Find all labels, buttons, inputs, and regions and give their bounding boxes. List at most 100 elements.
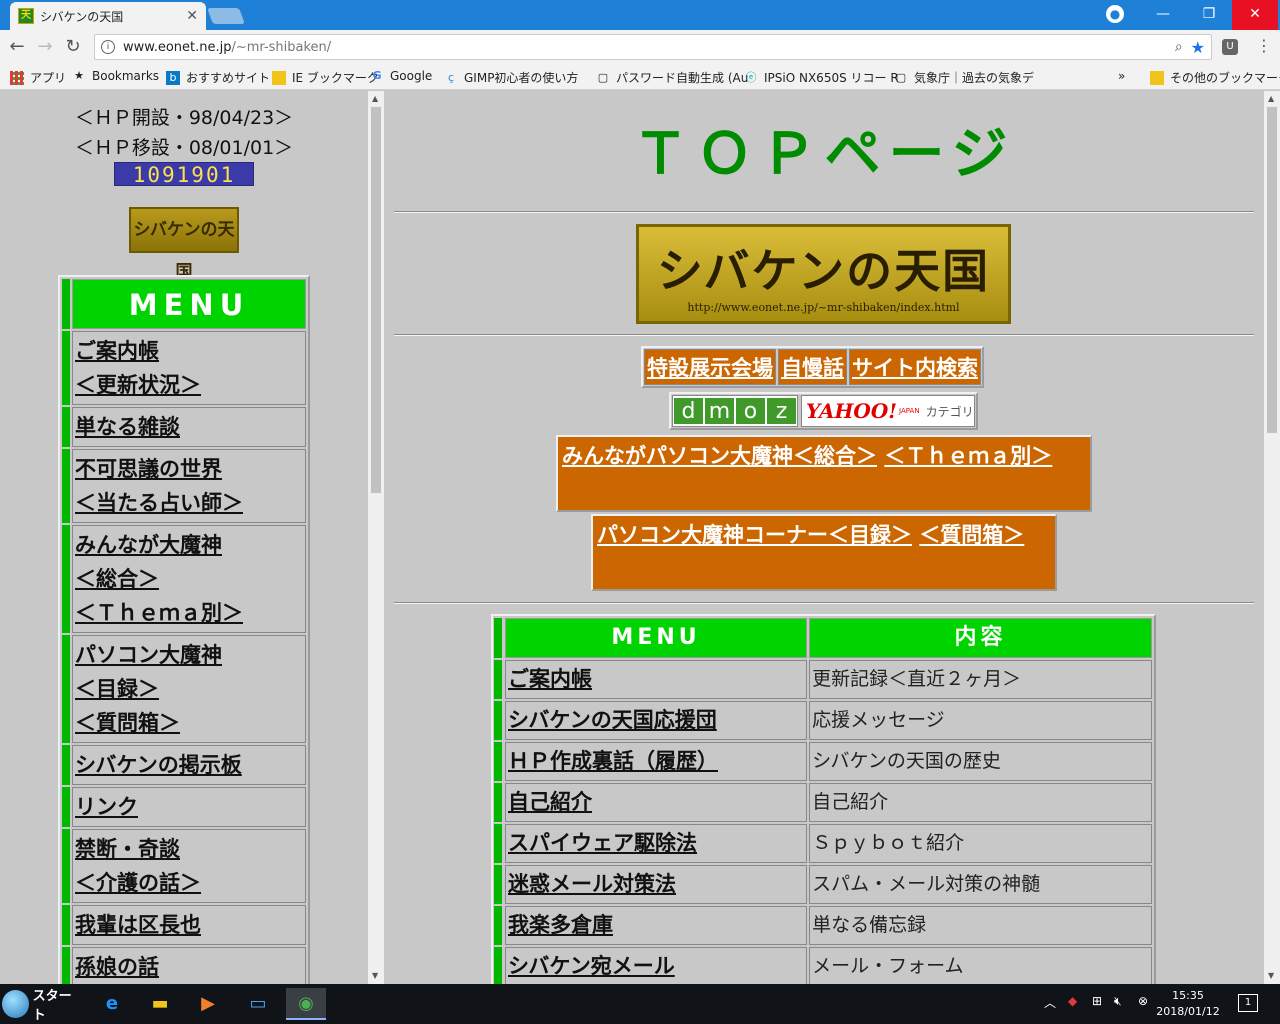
start-button[interactable]: スタート bbox=[2, 988, 82, 1023]
site-info-icon[interactable]: i bbox=[101, 40, 115, 54]
link-daimajin-theme[interactable]: ＜Ｔｈｅｍａ別＞ bbox=[75, 596, 303, 630]
link-pc-daimajin[interactable]: パソコン大魔神 bbox=[75, 638, 303, 672]
scroll-thumb[interactable] bbox=[1267, 107, 1277, 433]
chrome-icon[interactable]: ◉ bbox=[286, 988, 326, 1020]
link-fortune[interactable]: ＜当たる占い師＞ bbox=[75, 486, 303, 520]
bookmark-bookmarks[interactable]: ★ Bookmarks bbox=[72, 69, 159, 83]
address-bar[interactable]: i www.eonet.ne.jp/~mr-shibaken/ ⌕ ★ bbox=[94, 34, 1212, 60]
bookmark-apps[interactable]: アプリ bbox=[10, 69, 66, 86]
main-frame: ＴＯＰページ シバケンの天国 http://www.eonet.ne.jp/~m… bbox=[384, 91, 1264, 984]
bookmark-gimp[interactable]: ç GIMP初心者の使い方 bbox=[444, 69, 578, 86]
table-link[interactable]: ご案内帳 bbox=[506, 667, 592, 691]
link-box-daimajin-theme[interactable]: ＜Ｔｈｅｍａ別＞ bbox=[884, 444, 1052, 468]
link-box-pc-questions[interactable]: ＜質問箱＞ bbox=[919, 523, 1024, 547]
site-banner-logo: シバケンの天国 http://www.eonet.ne.jp/~mr-shiba… bbox=[636, 224, 1011, 324]
tray-overflow-icon[interactable]: ︿ bbox=[1044, 994, 1056, 1011]
bookmark-recommended[interactable]: b おすすめサイト bbox=[166, 69, 270, 86]
small-site-logo[interactable]: シバケンの天国 bbox=[129, 207, 239, 282]
left-frame: ＜ＨＰ開設・98/04/23＞ ＜ＨＰ移設・08/01/01＞ 1091901 … bbox=[0, 91, 384, 984]
scroll-thumb[interactable] bbox=[371, 107, 381, 493]
tray-close-icon[interactable]: ⊗ bbox=[1138, 994, 1148, 1008]
left-frame-scrollbar[interactable]: ▲ ▼ bbox=[368, 91, 384, 984]
link-box-daimajin-general[interactable]: みんながパソコン大魔神＜総合＞ bbox=[562, 444, 877, 468]
bookmark-password[interactable]: ▢ パスワード自動生成 (Au bbox=[596, 69, 749, 86]
scroll-up-icon[interactable]: ▲ bbox=[372, 94, 378, 103]
back-icon[interactable]: ← bbox=[6, 36, 28, 58]
link-care[interactable]: ＜介護の話＞ bbox=[75, 866, 303, 900]
link-exhibition[interactable]: 特設展示会場 bbox=[647, 356, 773, 380]
table-link[interactable]: 我楽多倉庫 bbox=[506, 913, 613, 937]
link-mystery[interactable]: 不可思議の世界 bbox=[75, 452, 303, 486]
left-menu-title: MENU bbox=[62, 279, 306, 329]
url-text: www.eonet.ne.jp/~mr-shibaken/ bbox=[123, 39, 332, 55]
left-menu: MENU ご案内帳 ＜更新状況＞ 単なる雑談 不可思議の世界 ＜当たる占い師＞ … bbox=[58, 275, 310, 984]
divider bbox=[394, 334, 1254, 336]
link-pc-catalog[interactable]: ＜目録＞ bbox=[75, 672, 303, 706]
link-chat[interactable]: 単なる雑談 bbox=[75, 410, 303, 444]
dmoz-badge[interactable]: dmoz bbox=[672, 395, 798, 427]
link-pc-questions[interactable]: ＜質問箱＞ bbox=[75, 706, 303, 740]
zoom-icon[interactable]: ⌕ bbox=[1175, 39, 1183, 55]
link-box-pc-catalog[interactable]: パソコン大魔神コーナー＜目録＞ bbox=[597, 523, 912, 547]
tray-app-icon[interactable]: ◆ bbox=[1068, 994, 1077, 1008]
link-forbidden[interactable]: 禁断・奇談 bbox=[75, 832, 303, 866]
divider bbox=[394, 602, 1254, 604]
link-daimajin-general[interactable]: ＜総合＞ bbox=[75, 562, 303, 596]
link-boast[interactable]: 自慢話 bbox=[781, 356, 844, 380]
table-cell: 更新記録＜直近２ヶ月＞ bbox=[809, 660, 1152, 699]
link-site-search[interactable]: サイト内検索 bbox=[852, 356, 978, 380]
menu-kebab-icon[interactable]: ⋮ bbox=[1256, 36, 1272, 55]
table-row: シバケン宛メール メール・フォーム bbox=[494, 947, 1152, 984]
scroll-down-icon[interactable]: ▼ bbox=[372, 971, 378, 980]
restore-button[interactable]: ❐ bbox=[1186, 0, 1232, 30]
table-link[interactable]: シバケン宛メール bbox=[506, 954, 675, 978]
file-explorer-icon[interactable]: ▬ bbox=[140, 988, 180, 1020]
scroll-up-icon[interactable]: ▲ bbox=[1268, 94, 1274, 103]
browser-tab[interactable]: 天 シバケンの天国 ✕ bbox=[10, 2, 206, 30]
link-daimajin[interactable]: みんなが大魔神 bbox=[75, 528, 303, 562]
scroll-down-icon[interactable]: ▼ bbox=[1268, 971, 1274, 980]
table-link[interactable]: 自己紹介 bbox=[506, 790, 592, 814]
bookmark-star-icon[interactable]: ★ bbox=[1191, 38, 1205, 57]
remote-desktop-icon[interactable]: ▭ bbox=[238, 988, 278, 1020]
bookmark-ipsio[interactable]: ⓔ IPSiO NX650S リコー R bbox=[744, 69, 899, 86]
close-window-button[interactable]: ✕ bbox=[1232, 0, 1278, 30]
extension-icon[interactable]: U bbox=[1222, 39, 1238, 55]
minimize-button[interactable]: — bbox=[1140, 0, 1186, 30]
table-link[interactable]: 迷惑メール対策法 bbox=[506, 872, 676, 896]
yahoo-badge[interactable]: YAHOO! JAPAN カテゴリ bbox=[801, 395, 975, 427]
main-frame-scrollbar[interactable]: ▲ ▼ bbox=[1264, 91, 1280, 984]
menu-table-header: MENU 内容 bbox=[494, 618, 1152, 658]
forward-icon[interactable]: → bbox=[34, 36, 56, 58]
bookmark-jma[interactable]: ▢ 気象庁｜過去の気象デ bbox=[894, 69, 1034, 86]
table-link[interactable]: ＨＰ作成裏話（履歴） bbox=[506, 749, 718, 773]
notification-icon[interactable]: 1 bbox=[1238, 994, 1258, 1012]
profile-icon[interactable]: ● bbox=[1106, 5, 1124, 23]
link-ward-chief[interactable]: 我輩は区長也 bbox=[75, 908, 303, 942]
network-icon[interactable]: ⊞ bbox=[1092, 994, 1102, 1008]
link-update-status[interactable]: ＜更新状況＞ bbox=[75, 368, 303, 402]
edge-icon[interactable]: e bbox=[92, 988, 132, 1020]
table-row: 迷惑メール対策法 スパム・メール対策の神髄 bbox=[494, 865, 1152, 904]
bookmark-google[interactable]: G Google bbox=[370, 69, 432, 83]
table-link[interactable]: シバケンの天国応援団 bbox=[506, 708, 717, 732]
new-tab-button[interactable] bbox=[207, 8, 245, 24]
close-tab-icon[interactable]: ✕ bbox=[186, 8, 198, 24]
bookmark-other[interactable]: その他のブックマーク bbox=[1150, 69, 1280, 86]
bookmarks-overflow-icon[interactable]: » bbox=[1118, 69, 1125, 83]
link-links[interactable]: リンク bbox=[75, 790, 303, 824]
left-menu-item: 単なる雑談 bbox=[62, 407, 306, 447]
link-bbs[interactable]: シバケンの掲示板 bbox=[75, 748, 303, 782]
table-link[interactable]: スパイウェア駆除法 bbox=[506, 831, 697, 855]
link-granddaughter[interactable]: 孫娘の話 bbox=[75, 950, 303, 984]
bookmark-ie[interactable]: IE ブックマーク bbox=[272, 69, 379, 86]
reload-icon[interactable]: ↻ bbox=[62, 36, 84, 58]
volume-muted-icon[interactable]: 🔇︎ bbox=[1114, 994, 1122, 1009]
table-cell: Ｓｐｙｂｏｔ紹介 bbox=[809, 824, 1152, 863]
media-player-icon[interactable]: ▶ bbox=[188, 988, 228, 1020]
folder-icon bbox=[1150, 70, 1164, 85]
ricoh-icon: ⓔ bbox=[745, 70, 757, 84]
special-links-row: 特設展示会場 自慢話 サイト内検索 bbox=[641, 346, 984, 388]
link-guide[interactable]: ご案内帳 bbox=[75, 334, 303, 368]
system-clock[interactable]: 15:35 2018/01/12 bbox=[1150, 988, 1226, 1020]
